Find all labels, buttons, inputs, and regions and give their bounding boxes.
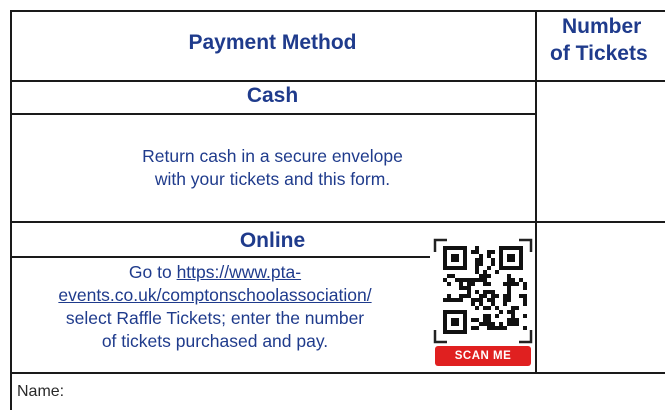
table-top-border (10, 10, 665, 12)
qr-code[interactable]: SCAN ME (433, 238, 533, 366)
cash-line-1: Return cash in a secure envelope (142, 146, 403, 166)
scan-me-badge: SCAN ME (435, 346, 531, 366)
online-title-divider (10, 256, 430, 258)
online-line-1: Go to https://www.pta- (10, 261, 420, 284)
go-to-text: Go to (128, 262, 177, 282)
payment-method-header: Payment Method (188, 31, 357, 54)
online-line-4: of tickets purchased and pay. (101, 331, 329, 351)
pta-events-link-part1[interactable]: https://www.pta- (177, 262, 302, 282)
name-label: Name: (17, 383, 65, 400)
cash-line-2: with your tickets and this form. (154, 169, 391, 189)
online-line-2: events.co.uk/comptonschoolassociation/ (10, 284, 420, 307)
online-instructions: Go to https://www.pta- events.co.uk/comp… (10, 261, 420, 353)
header-divider (10, 80, 665, 82)
pta-events-link-part2[interactable]: events.co.uk/comptonschoolassociation/ (58, 285, 371, 305)
cash-title-divider (10, 113, 535, 115)
cash-title: Cash (246, 84, 299, 107)
cash-section-divider (10, 221, 665, 223)
number-of-tickets-header: Number of Tickets (538, 13, 665, 67)
tickets-header-line1: Number (562, 15, 642, 38)
column-divider (535, 10, 537, 372)
tickets-header-line2: of Tickets (550, 42, 648, 65)
online-line-3: select Raffle Tickets; enter the number (65, 308, 365, 328)
online-section-divider (10, 372, 665, 374)
cash-instructions: Return cash in a secure envelope with yo… (10, 145, 535, 191)
qr-code-icon (433, 238, 533, 344)
